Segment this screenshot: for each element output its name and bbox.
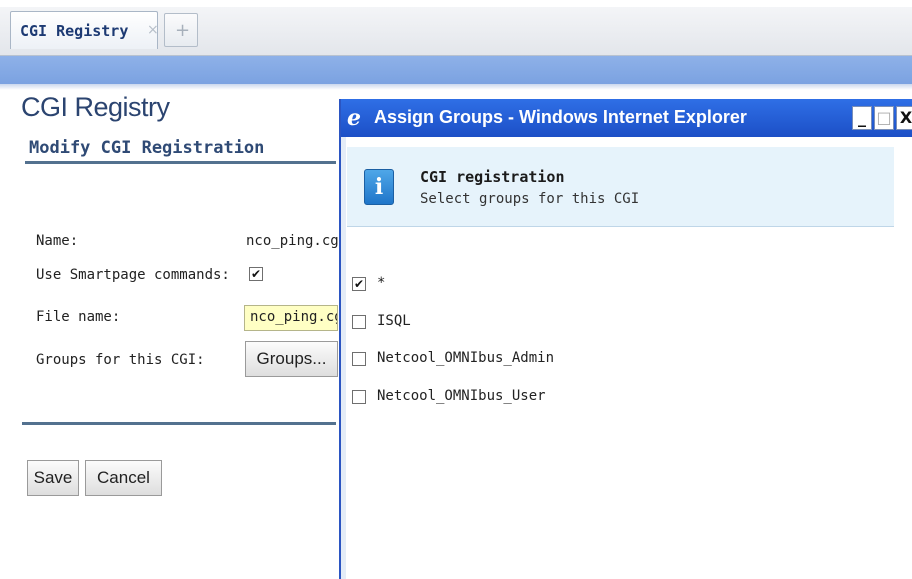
section-divider <box>25 161 336 164</box>
internet-explorer-icon: e <box>347 105 361 131</box>
group-checkbox[interactable] <box>352 352 366 366</box>
window-left-edge <box>341 137 346 579</box>
close-button[interactable]: X <box>896 106 912 130</box>
groups-label: Groups for this CGI: <box>36 352 205 368</box>
portal-header-bar <box>0 56 912 84</box>
group-checkbox[interactable] <box>352 390 366 404</box>
smartpage-checkbox[interactable]: ✔ <box>249 267 263 281</box>
groups-button[interactable]: Groups... <box>245 341 338 377</box>
tab-strip-top-line <box>0 0 912 7</box>
page-title: CGI Registry <box>21 92 170 122</box>
portal-header-shade <box>0 84 912 90</box>
form-bottom-divider <box>22 422 336 425</box>
group-checkbox[interactable] <box>352 315 366 329</box>
tab-strip: CGI Registry × + <box>0 0 912 56</box>
smartpage-label: Use Smartpage commands: <box>36 267 230 283</box>
save-button[interactable]: Save <box>27 460 79 496</box>
info-subtitle: Select groups for this CGI <box>420 191 640 207</box>
window-title: Assign Groups - Windows Internet Explore… <box>374 107 747 127</box>
info-title: CGI registration <box>420 168 565 186</box>
group-label: Netcool_OMNIbus_Admin <box>377 350 555 366</box>
group-checkbox[interactable]: ✔ <box>352 277 366 291</box>
info-banner: i CGI registration Select groups for thi… <box>347 147 894 227</box>
assign-groups-window: e Assign Groups - Windows Internet Explo… <box>339 99 912 579</box>
name-value: nco_ping.cgi <box>246 233 348 249</box>
plus-icon: + <box>175 20 191 41</box>
maximize-button[interactable]: □ <box>874 106 894 130</box>
info-icon: i <box>364 169 394 205</box>
tab-label: CGI Registry <box>20 22 129 40</box>
cancel-button[interactable]: Cancel <box>85 460 162 496</box>
filename-label: File name: <box>36 309 121 325</box>
group-label: * <box>377 275 386 291</box>
group-label: ISQL <box>377 313 411 329</box>
minimize-button[interactable]: _ <box>852 106 872 130</box>
tab-cgi-registry[interactable]: CGI Registry × <box>10 11 159 49</box>
group-label: Netcool_OMNIbus_User <box>377 388 546 404</box>
section-title: Modify CGI Registration <box>29 138 265 158</box>
tab-close-icon[interactable]: × <box>147 22 159 38</box>
window-title-bar[interactable]: e Assign Groups - Windows Internet Explo… <box>341 99 912 137</box>
filename-input[interactable]: nco_ping.cgi <box>244 305 338 331</box>
name-label: Name: <box>36 233 79 249</box>
new-tab-button[interactable]: + <box>164 13 198 47</box>
